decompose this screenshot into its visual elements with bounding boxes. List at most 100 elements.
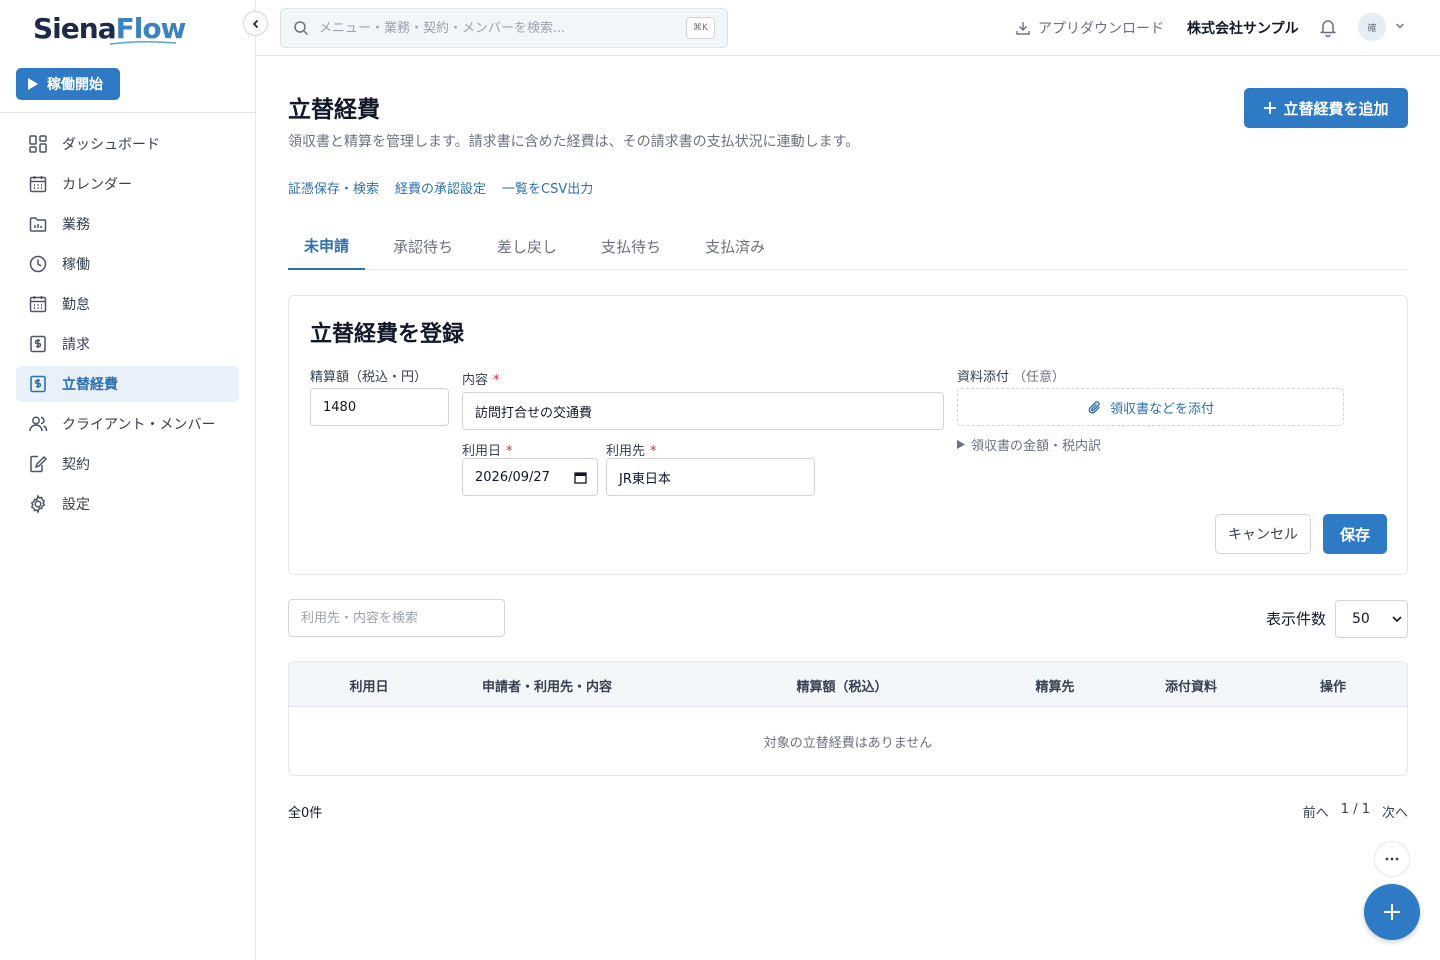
- more-options-button[interactable]: [1374, 841, 1410, 877]
- tab-returned[interactable]: 差し戻し: [481, 222, 573, 270]
- link-approval-settings[interactable]: 経費の承認設定: [395, 178, 486, 197]
- tab-paid[interactable]: 支払済み: [689, 222, 781, 270]
- sidebar-item-label: 業務: [62, 217, 90, 233]
- calendar-icon: [29, 296, 47, 313]
- dashboard-icon: [29, 135, 47, 153]
- per-page-label: 表示件数: [1266, 610, 1327, 628]
- logo-swoosh-icon: [109, 40, 177, 45]
- page-description: 領収書と精算を管理します。請求書に含めた経費は、その請求書の支払状況に連動します…: [288, 134, 860, 150]
- add-expense-button[interactable]: 立替経費を追加: [1244, 88, 1408, 128]
- attach-optional: （任意）: [1013, 370, 1066, 385]
- start-work-label: 稼働開始: [47, 77, 103, 93]
- sidebar-item-label: 勤怠: [62, 297, 90, 313]
- calendar-icon[interactable]: [574, 471, 587, 484]
- per-page-value: 50: [1352, 611, 1370, 627]
- sidebar-item-label: 設定: [62, 497, 90, 513]
- receipt-breakdown-label: 領収書の金額・税内訳: [971, 439, 1102, 454]
- content-label-text: 内容: [462, 373, 489, 388]
- attach-label-text: 資料添付: [957, 370, 1010, 385]
- start-work-button[interactable]: 稼働開始: [16, 68, 120, 100]
- sidebar-item-clients-members[interactable]: クライアント・メンバー: [16, 406, 239, 442]
- attach-label: 資料添付 （任意）: [957, 366, 1065, 385]
- folder-icon: [29, 217, 47, 232]
- form-title: 立替経費を登録: [310, 322, 465, 347]
- gear-icon: [30, 494, 46, 514]
- expense-table: 利用日 申請者・利用先・内容 精算額（税込） 精算先 添付資料 操作 対象の立替…: [288, 661, 1408, 776]
- company-switcher[interactable]: 株式会社サンプル: [1187, 18, 1299, 38]
- amount-label: 精算額（税込・円）: [310, 366, 427, 385]
- per-page-select[interactable]: 50: [1335, 600, 1408, 638]
- sidebar: SienaFlow 稼働開始 ダッシュボード カレンダー 業務 稼働 勤怠 請求…: [0, 0, 256, 960]
- tab-pending-approval[interactable]: 承認待ち: [377, 222, 469, 270]
- sidebar-item-label: 契約: [62, 457, 90, 473]
- sidebar-item-label: カレンダー: [62, 177, 132, 193]
- column-header-applicant[interactable]: 申請者・利用先・内容: [482, 676, 612, 695]
- column-header-actions: 操作: [1319, 680, 1347, 695]
- receipt-breakdown-toggle[interactable]: 領収書の金額・税内訳: [957, 435, 1101, 454]
- plus-icon: [1264, 102, 1277, 114]
- sidebar-item-work[interactable]: 稼働: [16, 246, 239, 282]
- sidebar-item-dashboard[interactable]: ダッシュボード: [16, 126, 239, 162]
- app-download-link[interactable]: アプリダウンロード: [1015, 18, 1164, 38]
- vendor-label-text: 利用先: [606, 444, 646, 459]
- avatar[interactable]: 確: [1358, 13, 1386, 41]
- link-evidence-storage[interactable]: 証憑保存・検索: [288, 178, 379, 197]
- sidebar-item-label: 稼働: [62, 257, 90, 273]
- sidebar-item-label: 請求: [62, 337, 90, 353]
- list-search-input[interactable]: [288, 599, 505, 637]
- attach-button[interactable]: 領収書などを添付: [957, 388, 1344, 426]
- bell-icon[interactable]: [1319, 18, 1337, 37]
- global-search-input[interactable]: [319, 20, 679, 36]
- sidebar-item-tasks[interactable]: 業務: [16, 206, 239, 242]
- content-field[interactable]: 訪問打合せの交通費: [462, 392, 944, 430]
- table-header: 利用日 申請者・利用先・内容 精算額（税込） 精算先 添付資料 操作: [289, 662, 1407, 707]
- floating-add-button[interactable]: [1364, 884, 1420, 940]
- pagination-info: 1 / 1: [1340, 802, 1370, 817]
- plus-icon: [1384, 904, 1400, 920]
- chevron-left-icon: [252, 19, 258, 28]
- tab-unsubmitted[interactable]: 未申請: [288, 222, 366, 270]
- required-mark: *: [506, 444, 513, 459]
- chevron-down-icon[interactable]: [1395, 22, 1405, 30]
- app-download-label: アプリダウンロード: [1038, 21, 1164, 37]
- sidebar-item-attendance[interactable]: 勤怠: [16, 286, 239, 322]
- amount-field[interactable]: 1480: [310, 388, 449, 426]
- date-label: 利用日 *: [462, 440, 513, 459]
- calendar-icon: [29, 176, 47, 193]
- column-header-amount[interactable]: 精算額（税込）: [796, 676, 887, 695]
- table-empty-message: 対象の立替経費はありません: [763, 736, 933, 751]
- sidebar-item-label: 立替経費: [62, 377, 118, 393]
- column-header-attachments[interactable]: 添付資料: [1165, 676, 1217, 695]
- search-icon: [294, 21, 309, 36]
- sidebar-collapse-button[interactable]: [243, 11, 268, 36]
- vendor-field[interactable]: JR東日本: [606, 458, 815, 496]
- sidebar-item-settings[interactable]: 設定: [16, 486, 239, 522]
- pagination-prev[interactable]: 前へ: [1303, 802, 1329, 821]
- global-search[interactable]: ⌘K: [280, 8, 728, 48]
- tab-awaiting-payment[interactable]: 支払待ち: [585, 222, 677, 270]
- sidebar-nav: ダッシュボード カレンダー 業務 稼働 勤怠 請求 立替経費 クライアント・メン…: [16, 126, 239, 526]
- amount-label-text: 精算額（税込・円）: [310, 370, 428, 385]
- expense-icon: [30, 375, 46, 393]
- date-value: 2026/09/27: [475, 469, 550, 485]
- quick-links: 証憑保存・検索 経費の承認設定 一覧をCSV出力: [288, 178, 593, 197]
- play-icon: [28, 78, 38, 90]
- column-header-date[interactable]: 利用日: [349, 676, 388, 695]
- search-shortcut-hint: ⌘K: [686, 17, 715, 39]
- save-button[interactable]: 保存: [1323, 514, 1387, 554]
- date-field[interactable]: 2026/09/27: [462, 458, 598, 496]
- sidebar-item-contracts[interactable]: 契約: [16, 446, 239, 482]
- sidebar-item-calendar[interactable]: カレンダー: [16, 166, 239, 202]
- pagination: 前へ 1 / 1 次へ: [1303, 802, 1408, 821]
- sidebar-item-invoice[interactable]: 請求: [16, 326, 239, 362]
- chevron-down-icon: [1392, 616, 1402, 623]
- vendor-label: 利用先 *: [606, 440, 657, 459]
- clock-icon: [29, 255, 47, 273]
- cancel-button[interactable]: キャンセル: [1215, 514, 1311, 554]
- invoice-icon: [30, 335, 46, 353]
- link-csv-export[interactable]: 一覧をCSV出力: [502, 178, 593, 197]
- pagination-next[interactable]: 次へ: [1382, 802, 1408, 821]
- sidebar-item-expenses[interactable]: 立替経費: [16, 366, 239, 402]
- download-icon: [1016, 22, 1030, 35]
- column-header-payee[interactable]: 精算先: [1035, 676, 1074, 695]
